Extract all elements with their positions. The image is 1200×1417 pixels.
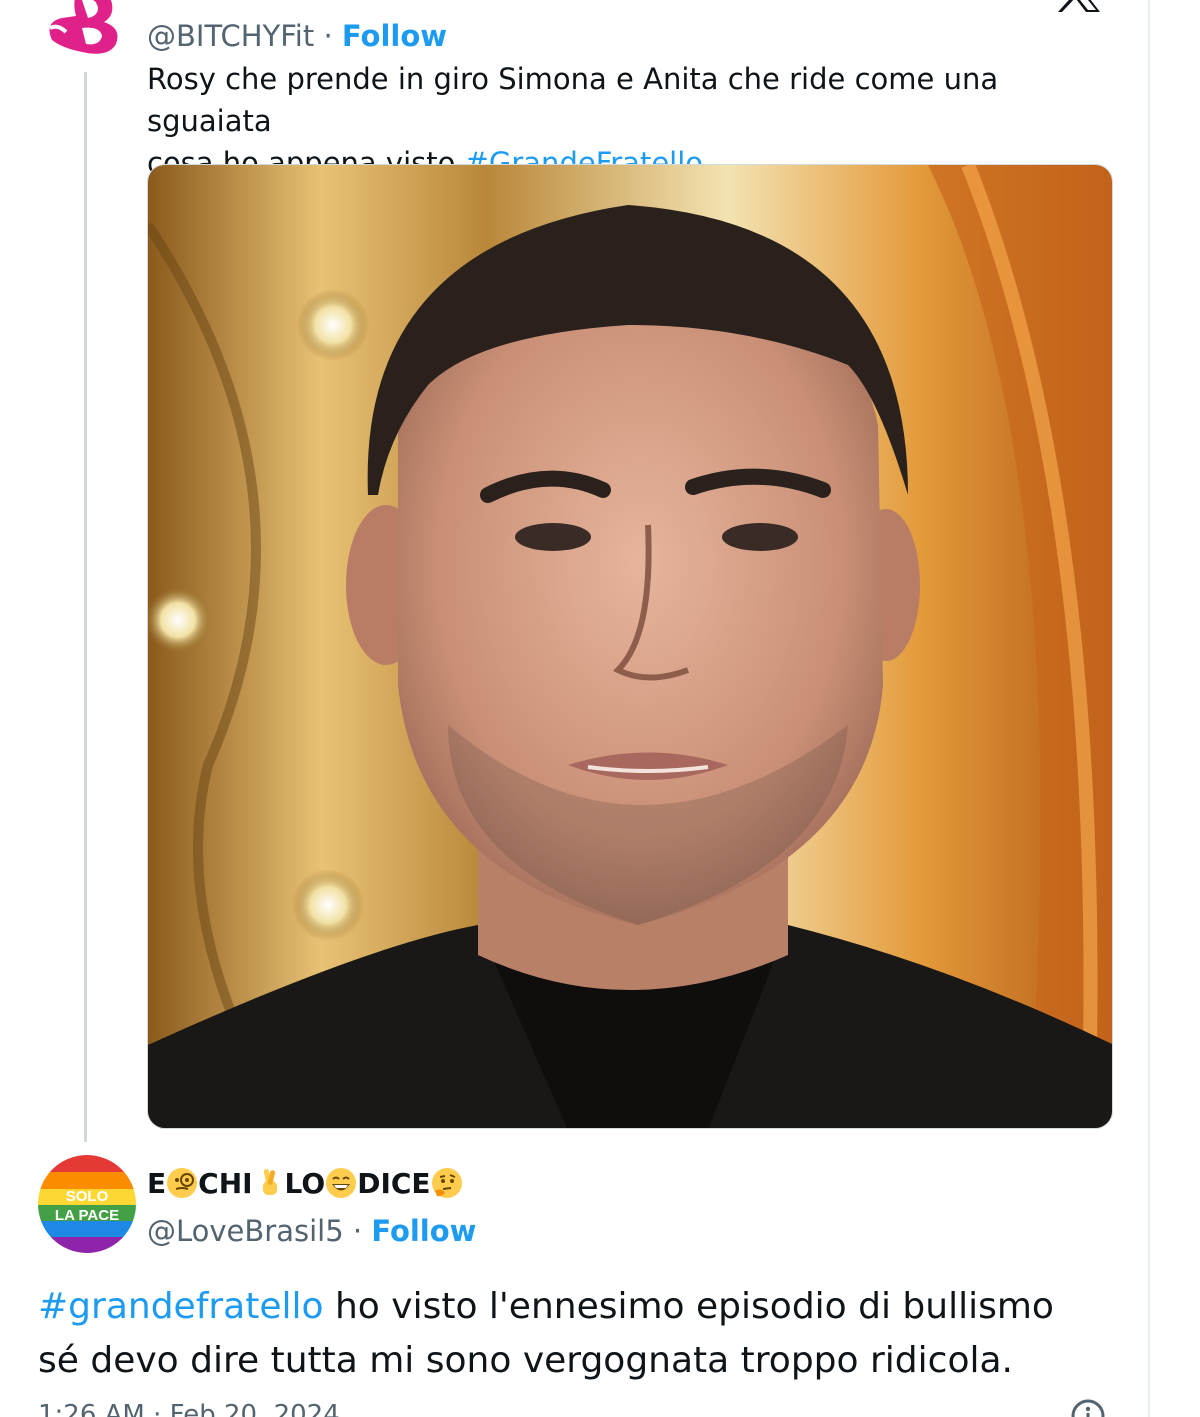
tweet1-handle[interactable]: @BITCHYFit xyxy=(147,19,314,53)
tweet1-text-line1: Rosy che prende in giro Simona e Anita c… xyxy=(147,62,999,138)
tweet2-timestamp[interactable]: 1:26 AM · Feb 20, 2024 xyxy=(38,1400,340,1417)
thinking-face-emoji-icon xyxy=(431,1168,462,1198)
separator-dot: · xyxy=(323,19,333,53)
name-part: LO xyxy=(284,1167,326,1200)
tweet2-follow-button[interactable]: Follow xyxy=(371,1214,476,1248)
card-right-border xyxy=(1148,0,1150,1417)
avatar-text-la-pace: LA PACE xyxy=(55,1207,119,1224)
tweet2-display-name[interactable]: E CHI LO DICE xyxy=(147,1164,463,1204)
monocle-face-emoji-icon xyxy=(167,1168,198,1198)
crossed-fingers-emoji-icon xyxy=(262,1169,277,1195)
tweet1-follow-button[interactable]: Follow xyxy=(342,19,447,53)
name-part: E xyxy=(147,1167,167,1200)
info-icon[interactable] xyxy=(1070,1398,1106,1417)
tweet2-handle[interactable]: @LoveBrasil5 xyxy=(147,1214,344,1248)
name-part: CHI xyxy=(198,1167,253,1200)
tweet2-hashtag-link[interactable]: #grandefratello xyxy=(38,1286,324,1327)
barbie-b-logo-icon[interactable] xyxy=(42,0,126,56)
separator-dot: · xyxy=(352,1214,363,1248)
name-part: DICE xyxy=(357,1167,431,1200)
avatar-text-solo: SOLO xyxy=(66,1188,109,1205)
x-logo-icon[interactable] xyxy=(1058,0,1102,14)
tweet2-text-line1: ho visto l'ennesimo episodio di bullismo xyxy=(323,1286,1054,1327)
tweet2-avatar[interactable]: SOLO LA PACE xyxy=(38,1155,136,1253)
tweet2-text: #grandefratello ho visto l'ennesimo epis… xyxy=(38,1280,1138,1388)
thread-connector-line xyxy=(84,72,87,1142)
tweet1-photo[interactable] xyxy=(147,164,1113,1129)
grinning-face-emoji-icon xyxy=(326,1168,357,1198)
tweet2-text-line2: sé devo dire tutta mi sono vergognata tr… xyxy=(38,1340,1013,1381)
tweet2-author-row: @LoveBrasil5 · Follow xyxy=(147,1212,476,1250)
tweet1-author-row: @BITCHYFit · Follow xyxy=(147,18,447,54)
